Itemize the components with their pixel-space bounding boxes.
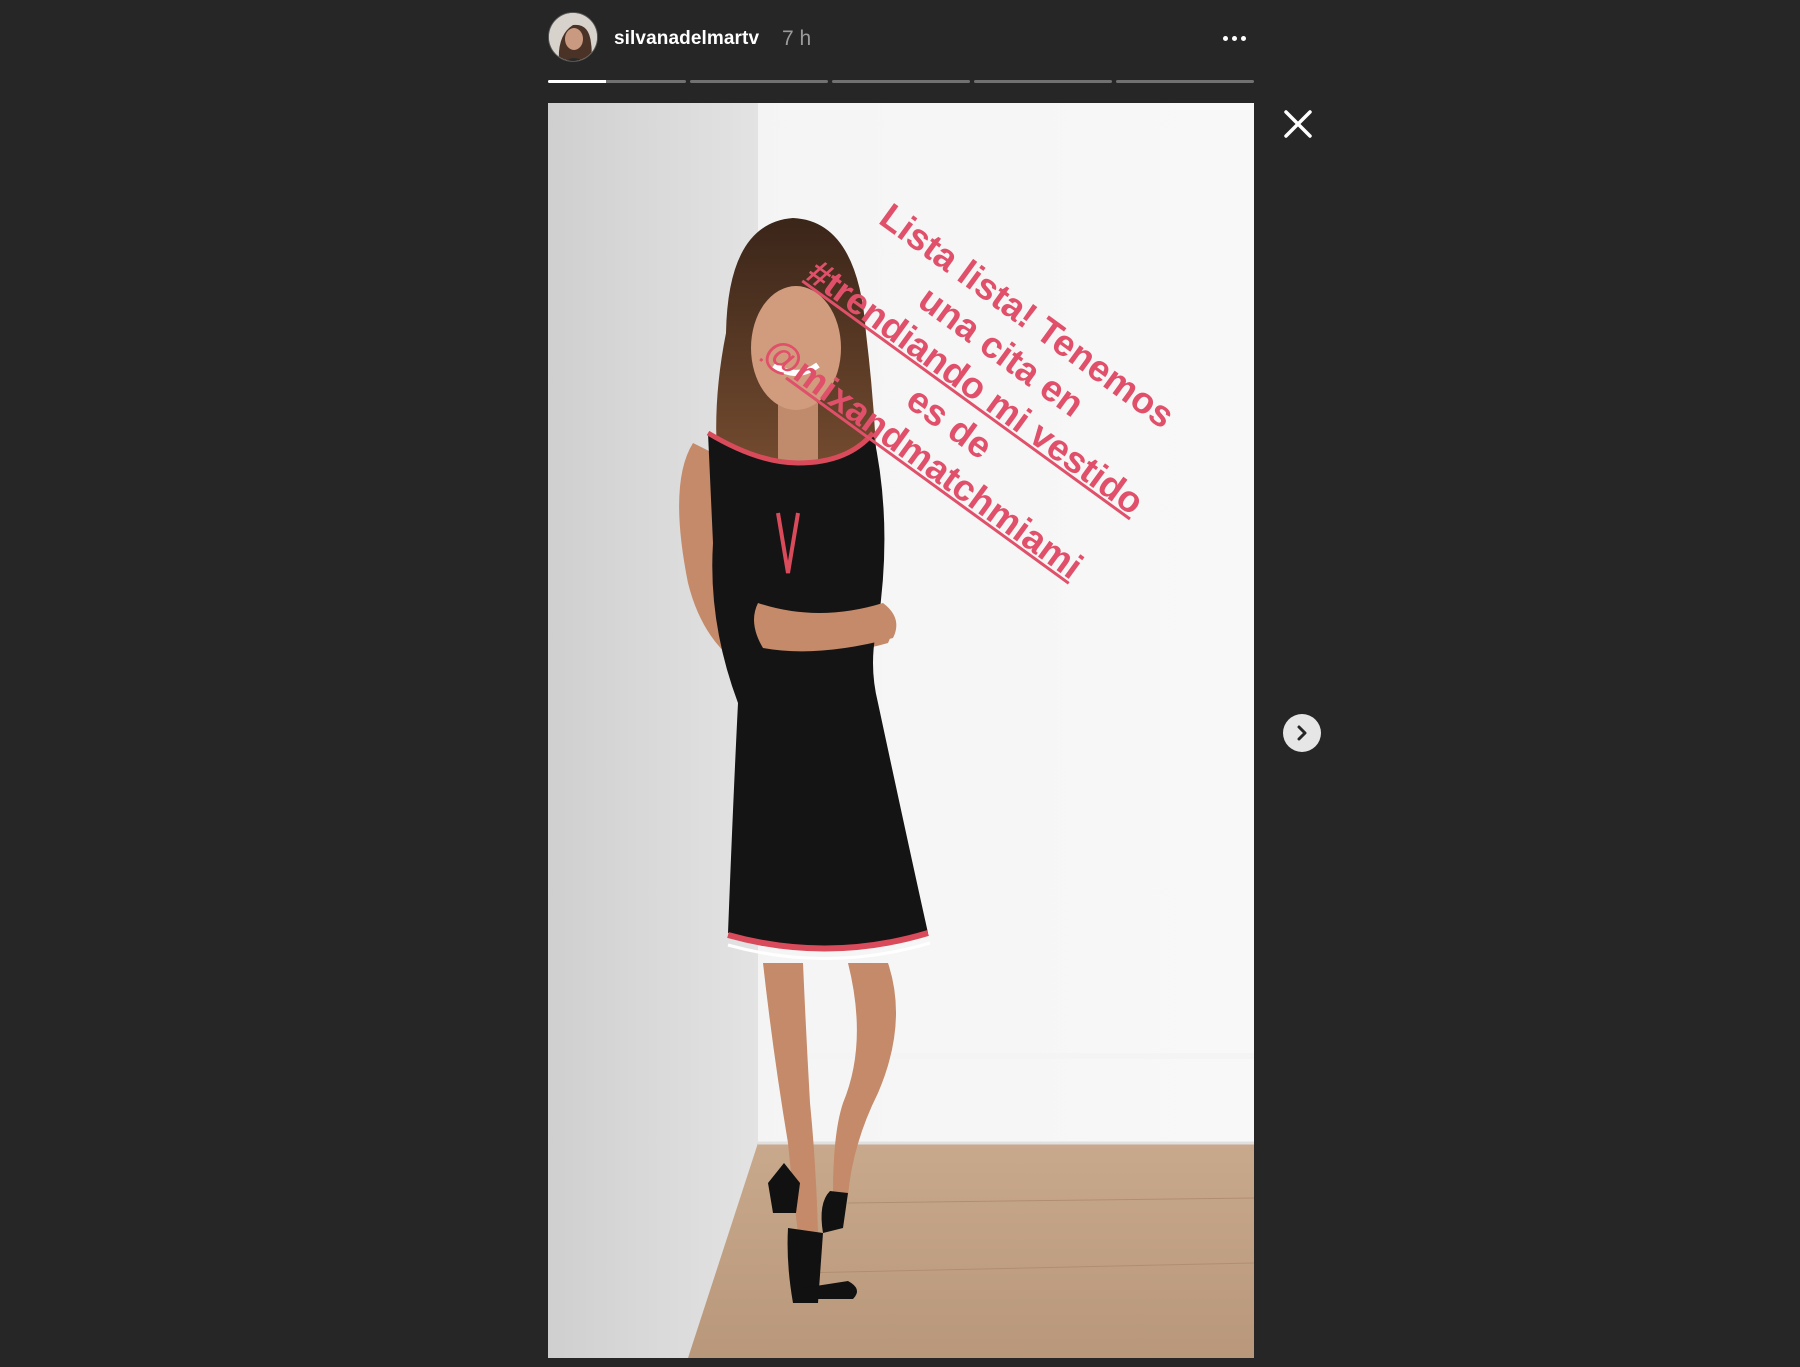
progress-fill — [548, 80, 606, 83]
progress-segment — [832, 80, 970, 83]
chevron-right-icon — [1297, 725, 1307, 741]
more-horizontal-icon — [1222, 35, 1228, 41]
progress-segment — [974, 80, 1112, 83]
progress-segment — [548, 80, 686, 83]
more-options-button[interactable] — [1214, 26, 1254, 50]
story-header: silvanadelmartv 7 h — [548, 12, 1254, 68]
story-progress — [548, 80, 1254, 84]
close-icon — [1284, 110, 1312, 138]
story-viewer: silvanadelmartv 7 h Lista lista! Tenemos… — [0, 0, 1800, 1367]
more-dot — [1231, 35, 1237, 41]
close-button[interactable] — [1280, 106, 1316, 142]
username[interactable]: silvanadelmartv — [614, 28, 759, 50]
progress-segment — [690, 80, 828, 83]
progress-segment — [1116, 80, 1254, 83]
avatar-image — [549, 13, 597, 61]
avatar[interactable] — [548, 12, 598, 62]
next-story-button[interactable] — [1283, 714, 1321, 752]
more-dot — [1240, 35, 1246, 41]
timestamp: 7 h — [782, 27, 812, 50]
